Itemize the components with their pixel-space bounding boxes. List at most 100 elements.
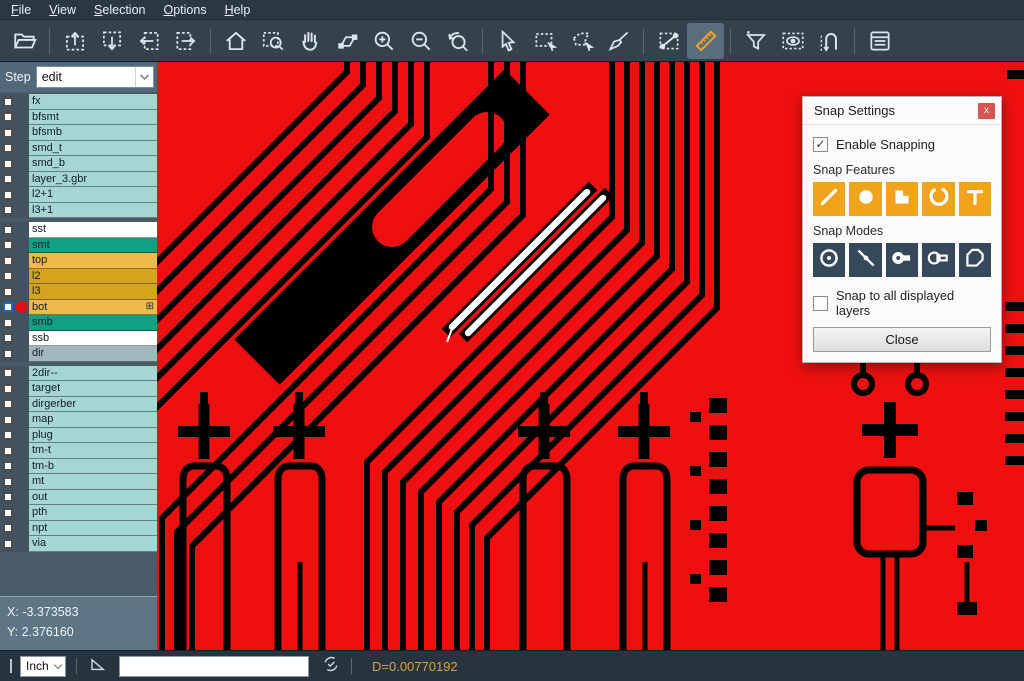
layer-row-npt[interactable]: npt xyxy=(0,521,157,537)
layer-row-ssb[interactable]: ssb xyxy=(0,331,157,347)
layer-row-layer_3.gbr[interactable]: layer_3.gbr xyxy=(0,172,157,188)
layer-visibility-checkbox[interactable] xyxy=(0,521,16,537)
layer-visibility-checkbox[interactable] xyxy=(0,397,16,413)
layer-row-l2+1[interactable]: l2+1 xyxy=(0,187,157,203)
layer-visibility-checkbox[interactable] xyxy=(0,222,16,238)
snap-feature-text-button[interactable] xyxy=(959,182,991,216)
menu-item-options[interactable]: Options xyxy=(154,1,215,19)
layer-visibility-checkbox[interactable] xyxy=(0,346,16,362)
import-up-button[interactable] xyxy=(56,23,93,59)
layer-visibility-checkbox[interactable] xyxy=(0,459,16,475)
snap-mode-midpoint-button[interactable] xyxy=(849,243,881,277)
layer-row-tm-t[interactable]: tm-t xyxy=(0,443,157,459)
snap-mode-pad-outline-button[interactable] xyxy=(922,243,954,277)
layer-visibility-checkbox[interactable] xyxy=(0,203,16,219)
layer-visibility-checkbox[interactable] xyxy=(0,187,16,203)
layer-visibility-checkbox[interactable] xyxy=(0,315,16,331)
layer-row-l3[interactable]: l3 xyxy=(0,284,157,300)
import-down-button[interactable] xyxy=(93,23,130,59)
rect-select-button[interactable] xyxy=(526,23,563,59)
layer-row-sst[interactable]: sst xyxy=(0,222,157,238)
view-options-button[interactable] xyxy=(774,23,811,59)
polygon-select-button[interactable] xyxy=(563,23,600,59)
dialog-title-bar[interactable]: Snap Settings x xyxy=(803,97,1001,125)
import-right-button[interactable] xyxy=(167,23,204,59)
measure-line-button[interactable] xyxy=(650,23,687,59)
layer-visibility-checkbox[interactable] xyxy=(0,443,16,459)
layer-visibility-checkbox[interactable] xyxy=(0,141,16,157)
brush-clean-button[interactable] xyxy=(600,23,637,59)
layer-row-target[interactable]: target xyxy=(0,381,157,397)
menu-item-file[interactable]: File xyxy=(2,1,40,19)
layer-visibility-checkbox[interactable] xyxy=(0,94,16,110)
layer-visibility-checkbox[interactable] xyxy=(0,490,16,506)
layer-row-l3+1[interactable]: l3+1 xyxy=(0,203,157,219)
layer-row-plug[interactable]: plug xyxy=(0,428,157,444)
move-vertex-button[interactable] xyxy=(328,23,365,59)
unit-select[interactable]: Inch xyxy=(20,656,66,677)
zoom-in-button[interactable] xyxy=(365,23,402,59)
layer-visibility-checkbox[interactable] xyxy=(0,536,16,552)
snap-mode-center-button[interactable] xyxy=(813,243,845,277)
layer-visibility-checkbox[interactable] xyxy=(0,238,16,254)
layer-row-dir[interactable]: dir xyxy=(0,346,157,362)
layer-row-via[interactable]: via xyxy=(0,536,157,552)
step-select[interactable]: edit xyxy=(36,66,154,88)
zoom-previous-button[interactable] xyxy=(439,23,476,59)
pan-hand-button[interactable] xyxy=(291,23,328,59)
menu-item-help[interactable]: Help xyxy=(216,1,260,19)
layer-row-smb[interactable]: smb xyxy=(0,315,157,331)
trace-loop-button[interactable] xyxy=(811,23,848,59)
layer-row-dirgerber[interactable]: dirgerber xyxy=(0,397,157,413)
home-view-button[interactable] xyxy=(217,23,254,59)
zoom-window-button[interactable] xyxy=(254,23,291,59)
layer-row-l2[interactable]: l2 xyxy=(0,269,157,285)
pcb-canvas[interactable]: Snap Settings x ✓ Enable Snapping Snap F… xyxy=(157,62,1024,650)
report-list-button[interactable] xyxy=(861,23,898,59)
snap-feature-arc-button[interactable] xyxy=(922,182,954,216)
zoom-out-button[interactable] xyxy=(402,23,439,59)
pointer-select-button[interactable] xyxy=(489,23,526,59)
snap-mode-profile-button[interactable] xyxy=(959,243,991,277)
layer-row-bot[interactable]: bot⊞ xyxy=(0,300,157,316)
layer-visibility-checkbox[interactable] xyxy=(0,156,16,172)
layer-visibility-checkbox[interactable] xyxy=(0,269,16,285)
enable-snapping-row[interactable]: ✓ Enable Snapping xyxy=(813,137,991,152)
layer-visibility-checkbox[interactable] xyxy=(0,172,16,188)
layer-row-top[interactable]: top xyxy=(0,253,157,269)
layer-row-mt[interactable]: mt xyxy=(0,474,157,490)
snap-feature-pad-button[interactable] xyxy=(849,182,881,216)
dialog-close-icon[interactable]: x xyxy=(978,103,995,119)
layer-row-tm-b[interactable]: tm-b xyxy=(0,459,157,475)
layer-visibility-checkbox[interactable] xyxy=(0,381,16,397)
ortho-corner-icon[interactable] xyxy=(87,654,107,679)
layer-visibility-checkbox[interactable] xyxy=(0,284,16,300)
layer-visibility-checkbox[interactable] xyxy=(0,125,16,141)
layer-visibility-checkbox[interactable] xyxy=(0,412,16,428)
layer-visibility-checkbox[interactable] xyxy=(0,110,16,126)
snap-feature-surface-button[interactable] xyxy=(886,182,918,216)
layer-row-bfsmt[interactable]: bfsmt xyxy=(0,110,157,126)
snap-feature-line-button[interactable] xyxy=(813,182,845,216)
snap-all-layers-row[interactable]: Snap to all displayed layers xyxy=(813,288,991,318)
layer-visibility-checkbox[interactable] xyxy=(0,474,16,490)
import-left-button[interactable] xyxy=(130,23,167,59)
command-input[interactable] xyxy=(119,656,309,677)
snap-mode-pad-filled-button[interactable] xyxy=(886,243,918,277)
layer-row-pth[interactable]: pth xyxy=(0,505,157,521)
layer-visibility-checkbox[interactable] xyxy=(0,331,16,347)
layer-visibility-checkbox[interactable] xyxy=(0,428,16,444)
menu-item-view[interactable]: View xyxy=(40,1,85,19)
dialog-close-button[interactable]: Close xyxy=(813,327,991,352)
layer-row-map[interactable]: map xyxy=(0,412,157,428)
sync-check-icon[interactable] xyxy=(321,654,341,679)
layer-row-out[interactable]: out xyxy=(0,490,157,506)
measure-ruler-button[interactable] xyxy=(687,23,724,59)
layer-visibility-checkbox[interactable] xyxy=(0,366,16,382)
layer-visibility-checkbox[interactable] xyxy=(0,300,16,316)
layer-row-fx[interactable]: fx xyxy=(0,94,157,110)
enable-snapping-checkbox[interactable]: ✓ xyxy=(813,137,828,152)
snap-all-layers-checkbox[interactable] xyxy=(813,296,828,311)
layer-row-bfsmb[interactable]: bfsmb xyxy=(0,125,157,141)
layer-row-smd_b[interactable]: smd_b xyxy=(0,156,157,172)
